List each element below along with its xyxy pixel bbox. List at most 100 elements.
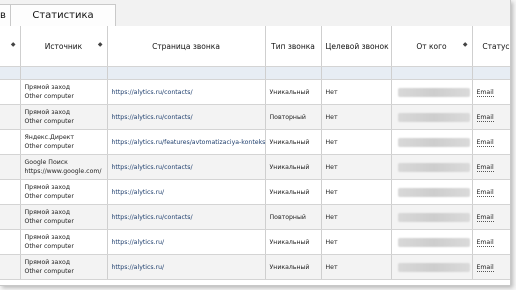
filter-cell (472, 66, 510, 80)
row-leading-cell (0, 229, 21, 255)
status-cell: Email (472, 229, 510, 255)
source-cell: Google Поиск https://www.google.com/ (20, 154, 108, 180)
call-page-cell: https://alytics.ru/ (107, 254, 266, 280)
redacted-caller (397, 137, 470, 147)
source-detail: Other computer (24, 143, 74, 150)
status-link[interactable]: Email (476, 238, 494, 247)
row-leading-cell (0, 204, 21, 230)
status-link[interactable]: Email (476, 213, 494, 222)
table-header-row: ◆ Источник ◆ Страница звонка Тип звонка Ц… (0, 26, 510, 67)
call-page-cell: https://alytics.ru/ (107, 229, 266, 255)
source-name: Google Поиск (24, 159, 68, 166)
source-detail: Other computer (24, 93, 74, 100)
call-page-link[interactable]: https://alytics.ru/contacts/ (112, 214, 193, 221)
column-header-status[interactable]: Статус (472, 26, 510, 67)
call-page-link[interactable]: https://alytics.ru/contacts/ (112, 114, 193, 121)
status-link[interactable]: Email (476, 138, 494, 147)
column-header-from[interactable]: От кого ◆ (391, 26, 473, 67)
call-page-cell: https://alytics.ru/contacts/ (107, 154, 266, 180)
column-header-call-page[interactable]: Страница звонка (107, 26, 266, 67)
source-cell: Прямой заход Other computer (20, 179, 108, 205)
filter-cell (0, 66, 21, 80)
status-cell: Email (472, 129, 510, 155)
tab-source-statistics[interactable]: Статистика источников (10, 4, 116, 42)
filter-cell (20, 66, 108, 80)
target-call-cell: Нет (321, 179, 392, 205)
table-row[interactable]: Прямой заход Other computer https://alyt… (0, 254, 510, 280)
source-name: Прямой заход (24, 234, 71, 241)
target-call-cell: Нет (321, 229, 392, 255)
status-cell: Email (472, 79, 510, 105)
filter-cell (391, 66, 473, 80)
row-leading-cell (0, 104, 21, 130)
row-leading-cell (0, 154, 21, 180)
source-name: Прямой заход (24, 259, 71, 266)
call-page-link[interactable]: https://alytics.ru/ (112, 264, 165, 271)
call-page-link[interactable]: https://alytics.ru/features/avtomatizaci… (112, 139, 265, 146)
target-call-cell: Нет (321, 129, 392, 155)
source-detail: Other computer (24, 268, 74, 275)
call-type-cell: Уникальный (265, 254, 322, 280)
redacted-caller (397, 162, 470, 172)
column-header-label: Статус (482, 41, 510, 51)
calls-table: ◆ Источник ◆ Страница звонка Тип звонка Ц… (0, 26, 510, 280)
source-detail: Other computer (24, 193, 74, 200)
table-row[interactable]: Google Поиск https://www.google.com/ htt… (0, 154, 510, 180)
status-link[interactable]: Email (476, 263, 494, 272)
redacted-caller (397, 112, 470, 122)
status-cell: Email (472, 179, 510, 205)
source-name: Прямой заход (24, 209, 71, 216)
from-cell (391, 204, 473, 230)
status-cell: Email (472, 204, 510, 230)
status-link[interactable]: Email (476, 163, 494, 172)
table-row[interactable]: Яндекс.Директ Other computer https://aly… (0, 129, 510, 155)
column-header-label: От кого (416, 41, 447, 51)
call-page-link[interactable]: https://alytics.ru/contacts/ (112, 89, 193, 96)
status-link[interactable]: Email (476, 113, 494, 122)
source-name: Прямой заход (24, 84, 71, 91)
column-header-target-call[interactable]: Целевой звонок (321, 26, 392, 67)
row-leading-cell (0, 79, 21, 105)
target-call-cell: Нет (321, 204, 392, 230)
call-type-cell: Повторный (265, 104, 322, 130)
redacted-caller (397, 212, 470, 222)
source-cell: Прямой заход Other computer (20, 79, 108, 105)
sort-icon[interactable]: ◆ (98, 41, 103, 48)
source-name: Прямой заход (24, 184, 71, 191)
status-link[interactable]: Email (476, 88, 494, 97)
table-row[interactable]: Прямой заход Other computer https://alyt… (0, 79, 510, 105)
table-row[interactable]: Прямой заход Other computer https://alyt… (0, 179, 510, 205)
source-detail: Other computer (24, 243, 74, 250)
sort-icon[interactable]: ◆ (11, 41, 16, 48)
status-cell: Email (472, 254, 510, 280)
from-cell (391, 154, 473, 180)
call-type-cell: Повторный (265, 204, 322, 230)
status-cell: Email (472, 154, 510, 180)
from-cell (391, 229, 473, 255)
call-type-cell: Уникальный (265, 129, 322, 155)
call-type-cell: Уникальный (265, 229, 322, 255)
filter-cell (265, 66, 322, 80)
column-header-label: Целевой звонок (325, 41, 389, 51)
call-page-link[interactable]: https://alytics.ru/ (112, 189, 165, 196)
call-page-cell: https://alytics.ru/features/avtomatizaci… (107, 129, 266, 155)
sort-icon[interactable]: ◆ (463, 41, 468, 48)
status-link[interactable]: Email (476, 188, 494, 197)
source-name: Прямой заход (24, 109, 71, 116)
target-call-cell: Нет (321, 79, 392, 105)
table-row[interactable]: Прямой заход Other computer https://alyt… (0, 204, 510, 230)
column-header-call-type[interactable]: Тип звонка (265, 26, 322, 67)
call-type-cell: Уникальный (265, 154, 322, 180)
source-cell: Яндекс.Директ Other computer (20, 129, 108, 155)
from-cell (391, 254, 473, 280)
call-page-link[interactable]: https://alytics.ru/ (112, 239, 165, 246)
tab-bar: в Статистика источников (0, 0, 510, 42)
column-header-source[interactable]: Источник ◆ (20, 26, 108, 67)
column-header-first[interactable]: ◆ (0, 26, 21, 67)
source-cell: Прямой заход Other computer (20, 104, 108, 130)
table-row[interactable]: Прямой заход Other computer https://alyt… (0, 104, 510, 130)
target-call-cell: Нет (321, 104, 392, 130)
call-page-link[interactable]: https://alytics.ru/contacts/ (112, 164, 193, 171)
column-header-label: Источник (44, 41, 83, 51)
table-row[interactable]: Прямой заход Other computer https://alyt… (0, 229, 510, 255)
